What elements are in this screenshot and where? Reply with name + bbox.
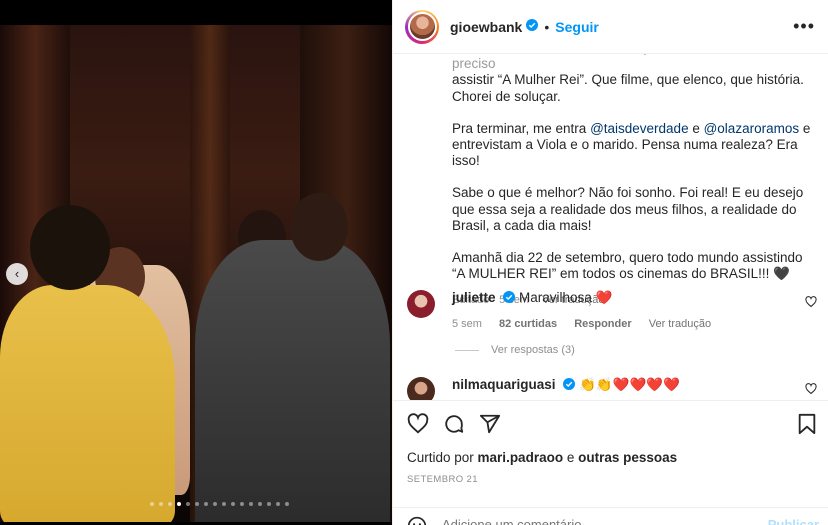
- mention-olazaroramos[interactable]: @olazaroramos: [704, 121, 800, 136]
- carousel-dot: [168, 502, 172, 506]
- carousel-dot: [249, 502, 253, 506]
- author-username[interactable]: gioewbank: [450, 19, 522, 35]
- like-heart-icon[interactable]: [407, 413, 429, 440]
- liked-by-user[interactable]: mari.padraoo: [478, 450, 564, 465]
- comment-text: Maravilhosa ❤️: [519, 290, 613, 305]
- post-date: SETEMBRO 21: [407, 474, 478, 485]
- comments-scroll-area[interactable]: descobertalizada com tamanha potência. V…: [393, 54, 828, 400]
- comment-bubble-icon[interactable]: [443, 413, 465, 440]
- add-comment-bar: Publicar: [393, 507, 828, 525]
- commenter-username[interactable]: nilmaquariguasi: [452, 377, 556, 392]
- carousel-dot: [258, 502, 262, 506]
- view-replies-button[interactable]: Ver respostas (3): [455, 344, 575, 356]
- comment-text: 👏👏❤️❤️❤️❤️: [579, 377, 680, 392]
- save-bookmark-icon[interactable]: [797, 413, 817, 440]
- liked-by-text: Curtido por mari.padraoo e outras pessoa…: [407, 450, 678, 465]
- photo-top-bar: [0, 0, 392, 25]
- carousel-dot: [159, 502, 163, 506]
- comment-input[interactable]: [442, 517, 742, 525]
- carousel-dot: [204, 502, 208, 506]
- carousel-dot: [195, 502, 199, 506]
- comment-like-heart-icon[interactable]: [805, 296, 817, 311]
- post-caption: descobertalizada com tamanha potência. V…: [452, 54, 812, 309]
- verified-badge-icon: [503, 290, 516, 306]
- caption-partial-line: descobertalizada com tamanha potência. V…: [452, 54, 805, 72]
- post-photo: ‹: [0, 0, 392, 525]
- carousel-dot: [267, 502, 271, 506]
- comment-meta: 5 sem 82 curtidas Responder Ver tradução: [452, 318, 792, 330]
- post-side-panel: gioewbank • Seguir ••• descobertalizada …: [392, 0, 828, 525]
- post-header: gioewbank • Seguir •••: [393, 0, 828, 54]
- comment-reply-button[interactable]: Responder: [574, 318, 631, 330]
- carousel-prev-button[interactable]: ‹: [6, 263, 28, 285]
- liked-by-others[interactable]: outras pessoas: [578, 450, 677, 465]
- carousel-dots: [150, 502, 289, 506]
- comment-translate-link[interactable]: Ver tradução: [649, 318, 711, 330]
- publish-comment-button[interactable]: Publicar: [768, 517, 819, 525]
- share-send-icon[interactable]: [479, 413, 501, 440]
- caption-paragraph-3: Sabe o que é melhor? Não foi sonho. Foi …: [452, 185, 804, 233]
- comment-like-heart-icon[interactable]: [805, 383, 817, 398]
- carousel-dot: [150, 502, 154, 506]
- header-separator: •: [544, 18, 550, 35]
- comment-likes[interactable]: 82 curtidas: [499, 318, 557, 330]
- mention-taisdeverdade[interactable]: @taisdeverdade: [590, 121, 689, 136]
- commenter-avatar[interactable]: [407, 290, 435, 318]
- emoji-smiley-icon[interactable]: [407, 516, 427, 525]
- verified-badge-icon: [563, 377, 576, 393]
- photo-image: [0, 25, 392, 522]
- carousel-dot: [213, 502, 217, 506]
- carousel-dot: [240, 502, 244, 506]
- follow-button[interactable]: Seguir: [555, 19, 599, 35]
- caption-paragraph-2: Pra terminar, me entra @taisdeverdade e …: [452, 120, 811, 169]
- carousel-dot: [276, 502, 280, 506]
- carousel-dot-active: [177, 502, 181, 506]
- author-avatar[interactable]: [405, 9, 439, 44]
- more-options-icon[interactable]: •••: [793, 16, 815, 37]
- carousel-dot: [222, 502, 226, 506]
- post-actions: Curtido por mari.padraoo e outras pessoa…: [393, 400, 828, 525]
- commenter-avatar[interactable]: [407, 377, 435, 400]
- carousel-dot: [231, 502, 235, 506]
- caption-paragraph-1: assistir “A Mulher Rei”. Que filme, que …: [452, 72, 804, 104]
- carousel-dot: [285, 502, 289, 506]
- comment-time: 5 sem: [452, 318, 482, 330]
- caption-paragraph-4: Amanhã dia 22 de setembro, quero todo mu…: [452, 250, 803, 282]
- carousel-dot: [186, 502, 190, 506]
- commenter-username[interactable]: juliette: [452, 290, 496, 305]
- verified-badge-icon: [526, 18, 539, 36]
